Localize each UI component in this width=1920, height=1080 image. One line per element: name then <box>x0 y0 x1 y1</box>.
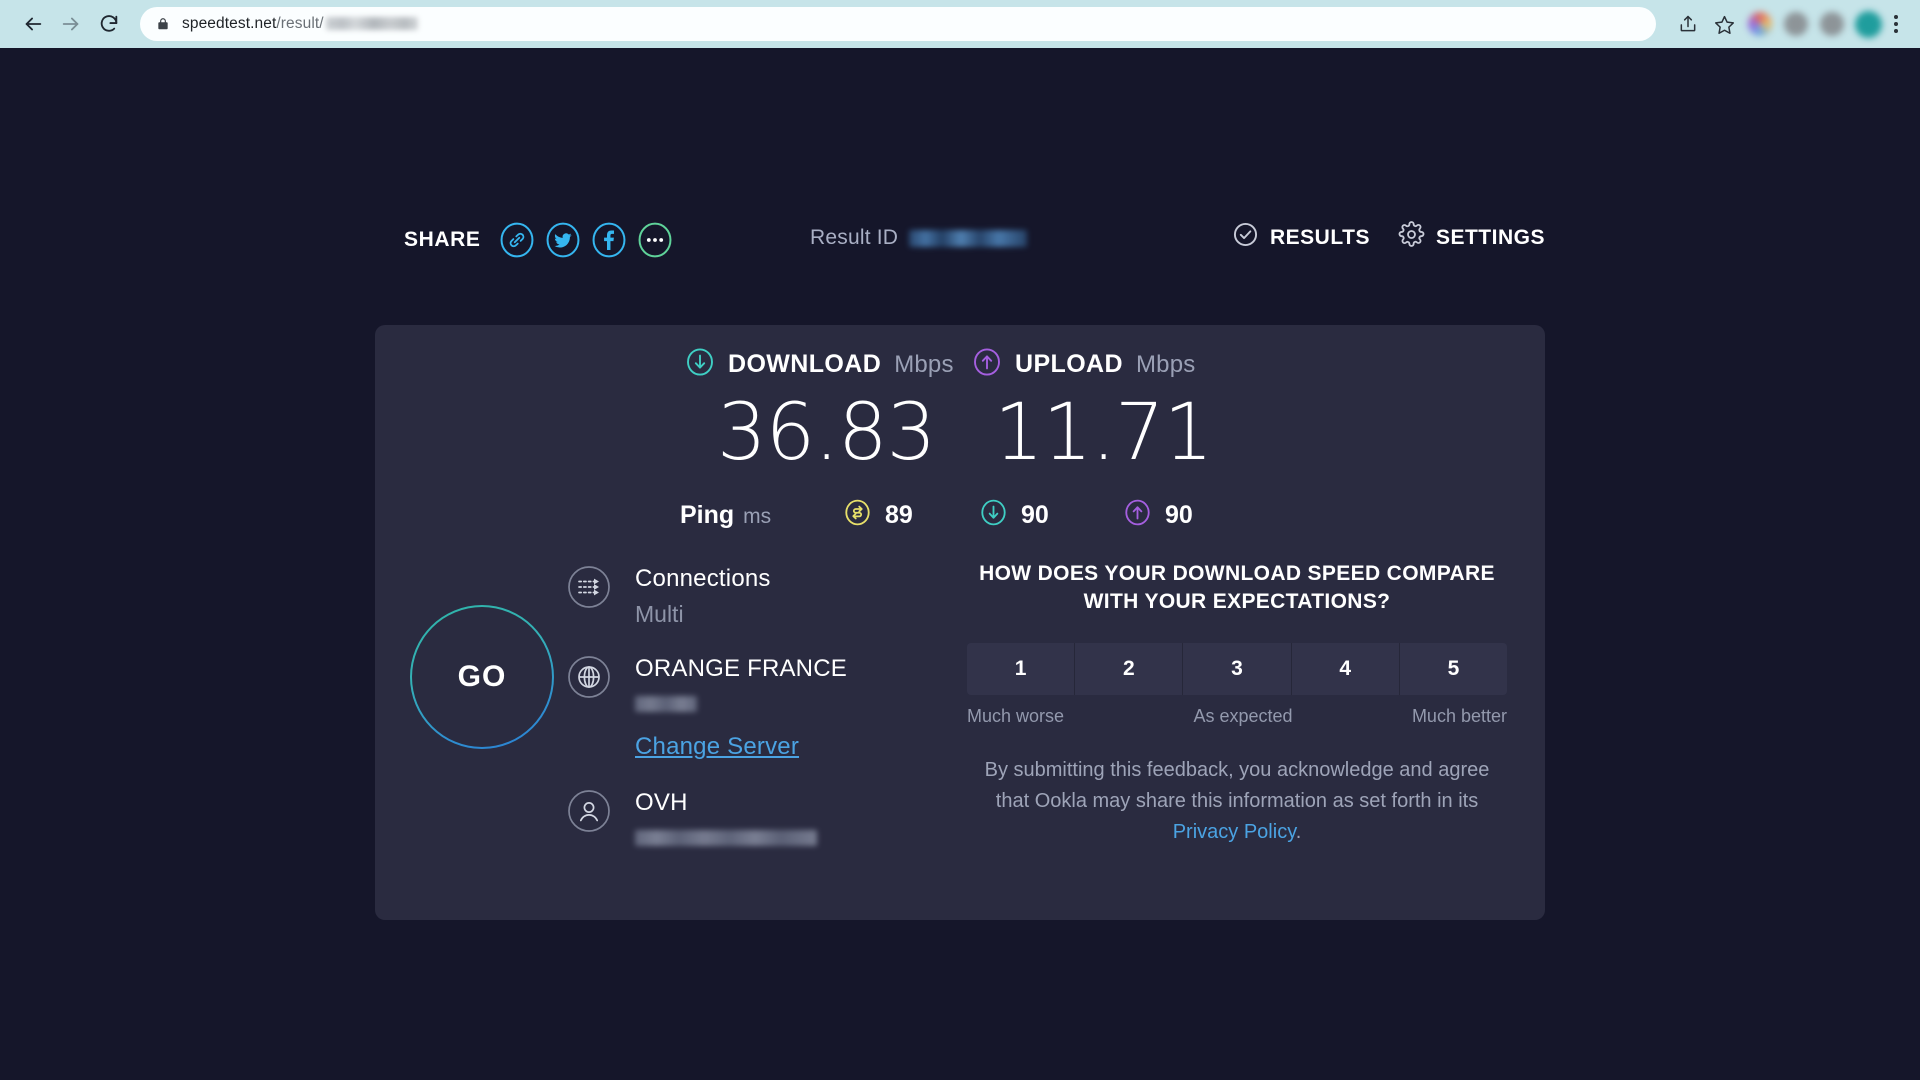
results-label: RESULTS <box>1270 225 1370 249</box>
ping-unit: ms <box>743 504 772 528</box>
ping-idle: 89 <box>843 498 913 532</box>
globe-icon <box>565 653 613 701</box>
result-id-label: Result ID <box>810 226 899 249</box>
forward-button[interactable] <box>52 5 90 43</box>
back-button[interactable] <box>14 5 52 43</box>
bookmark-star-button[interactable] <box>1706 6 1742 42</box>
isp-ip-redacted <box>635 825 817 851</box>
server-title: ORANGE FRANCE <box>635 655 847 683</box>
scale-low-label: Much worse <box>967 706 1065 727</box>
kebab-menu-icon[interactable] <box>1886 15 1906 33</box>
rating-scale-labels: Much worse As expected Much better <box>967 706 1507 727</box>
reload-button[interactable] <box>90 5 128 43</box>
rating-button-5[interactable]: 5 <box>1399 643 1507 696</box>
feedback-disclaimer: By submitting this feedback, you acknowl… <box>967 755 1507 848</box>
change-server-link[interactable]: Change Server <box>635 733 799 760</box>
download-value: 36.83 <box>717 388 936 478</box>
lock-icon <box>156 16 170 32</box>
ping-download: 90 <box>979 498 1049 532</box>
forward-arrow-icon <box>60 13 82 35</box>
scale-high-label: Much better <box>1411 706 1507 727</box>
share-group: SHARE <box>404 218 679 262</box>
go-button-label: GO <box>457 660 507 693</box>
scale-mid-label: As expected <box>1193 706 1293 727</box>
top-action-row: SHARE Result ID RESULTS SETTINGS <box>0 218 1920 270</box>
upload-arrow-icon <box>972 347 1002 382</box>
extension-icon-3[interactable] <box>1814 6 1850 42</box>
extension-icon-1[interactable] <box>1742 6 1778 42</box>
upload-reading: UPLOAD Mbps 11.71 <box>972 347 1213 478</box>
rating-button-3[interactable]: 3 <box>1183 643 1292 696</box>
twitter-icon <box>543 220 583 260</box>
server-row[interactable]: ORANGE FRANCE <box>565 653 985 717</box>
download-arrow-icon <box>979 498 1008 532</box>
reload-icon <box>98 13 120 35</box>
result-id: Result ID <box>810 226 1028 250</box>
isp-row[interactable]: OVH <box>565 787 985 851</box>
right-actions: RESULTS SETTINGS <box>1232 221 1545 254</box>
download-arrow-icon <box>685 347 715 382</box>
ping-download-value: 90 <box>1021 500 1049 529</box>
speedtest-result-page: SHARE Result ID RESULTS SETTINGS DOWNLOA… <box>0 48 1920 1080</box>
avatar[interactable] <box>1850 6 1886 42</box>
extension-icon-2[interactable] <box>1778 6 1814 42</box>
link-icon <box>497 220 537 260</box>
share-facebook-button[interactable] <box>587 218 631 262</box>
upload-unit: Mbps <box>1135 350 1196 378</box>
ping-idle-value: 89 <box>885 500 913 529</box>
settings-label: SETTINGS <box>1435 225 1545 249</box>
result-card: DOWNLOAD Mbps 36.83 UPLOAD Mbps 11.71 Pi… <box>375 325 1545 920</box>
share-label: SHARE <box>404 228 481 251</box>
share-twitter-button[interactable] <box>541 218 585 262</box>
download-reading: DOWNLOAD Mbps 36.83 <box>685 347 954 472</box>
back-arrow-icon <box>22 13 44 35</box>
download-label: DOWNLOAD <box>728 350 882 378</box>
url-text: speedtest.net/result/ <box>182 15 418 33</box>
feedback-question-line1: HOW DOES YOUR DOWNLOAD SPEED COMPARE <box>979 562 1495 585</box>
ping-label: Ping <box>680 500 735 529</box>
share-link-button[interactable] <box>495 218 539 262</box>
feedback-panel: HOW DOES YOUR DOWNLOAD SPEED COMPARE WIT… <box>967 560 1507 848</box>
connections-icon <box>565 563 613 611</box>
upload-arrow-icon <box>1123 498 1152 532</box>
extension-icons <box>1670 6 1906 42</box>
connection-info-list: Connections Multi ORANGE FRANCE Change S… <box>565 563 985 877</box>
more-options-icon <box>635 220 675 260</box>
isp-title: OVH <box>635 789 688 817</box>
upload-label: UPLOAD <box>1015 350 1123 378</box>
rating-button-4[interactable]: 4 <box>1291 643 1400 696</box>
browser-toolbar: speedtest.net/result/ <box>0 0 1920 48</box>
redacted-result-id <box>325 17 418 31</box>
rating-button-1[interactable]: 1 <box>967 643 1076 696</box>
ping-upload: 90 <box>1123 498 1193 532</box>
address-bar[interactable]: speedtest.net/result/ <box>140 7 1656 41</box>
privacy-policy-link[interactable]: Privacy Policy <box>1173 821 1296 843</box>
share-more-button[interactable] <box>633 218 677 262</box>
idle-latency-icon <box>843 498 872 532</box>
settings-button[interactable]: SETTINGS <box>1398 221 1545 254</box>
share-page-button[interactable] <box>1670 6 1706 42</box>
result-id-value-redacted <box>909 229 1028 247</box>
connections-subtitle: Multi <box>635 600 684 627</box>
change-server-row[interactable]: Change Server <box>635 733 985 761</box>
ping-label-group: Ping ms <box>680 501 771 530</box>
go-button[interactable]: GO <box>410 605 554 749</box>
feedback-question-line2: WITH YOUR EXPECTATIONS? <box>1083 589 1391 613</box>
gear-icon <box>1398 221 1425 254</box>
server-subtitle-redacted <box>635 691 847 717</box>
upload-value: 11.71 <box>994 388 1213 478</box>
ping-upload-value: 90 <box>1165 500 1193 529</box>
check-circle-icon <box>1232 221 1259 254</box>
connections-title: Connections <box>635 565 771 592</box>
rating-button-2[interactable]: 2 <box>1075 643 1184 696</box>
facebook-icon <box>589 220 629 260</box>
person-icon <box>565 787 613 835</box>
connections-row[interactable]: Connections Multi <box>565 563 985 627</box>
disclaimer-text: By submitting this feedback, you acknowl… <box>984 759 1490 813</box>
results-button[interactable]: RESULTS <box>1232 221 1370 254</box>
disclaimer-period: . <box>1295 821 1302 844</box>
download-unit: Mbps <box>894 350 954 378</box>
rating-group: 1 2 3 4 5 <box>967 643 1507 696</box>
feedback-question: HOW DOES YOUR DOWNLOAD SPEED COMPARE WIT… <box>967 560 1507 615</box>
